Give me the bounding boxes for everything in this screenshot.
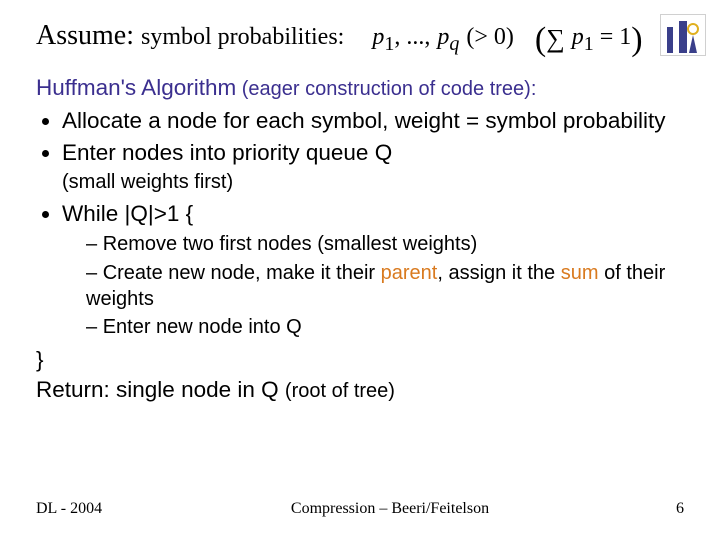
paren-close: ) (631, 21, 642, 58)
inner-remove: Remove two first nodes (smallest weights… (86, 232, 684, 258)
footer-page-number: 6 (624, 500, 684, 518)
inner-list: Remove two first nodes (smallest weights… (62, 232, 684, 340)
bullet-list: Allocate a node for each symbol, weight … (36, 107, 684, 167)
word-sum: sum (561, 262, 599, 284)
heading-sub: (eager construction of code tree): (236, 78, 536, 100)
math-sum-p1: p1 (572, 24, 594, 50)
heading-main: Huffman's Algorithm (36, 75, 236, 100)
algorithm-heading: Huffman's Algorithm (eager construction … (36, 75, 684, 101)
sigma-icon: ∑ (546, 24, 565, 54)
paren-open: ( (535, 21, 546, 58)
bullet-allocate: Allocate a node for each symbol, weight … (62, 107, 684, 135)
math-ellipsis: , ..., (394, 24, 430, 50)
footer-left: DL - 2004 (36, 500, 156, 518)
math-pq: pq (437, 24, 459, 50)
math-gt0: (> 0) (466, 24, 514, 50)
note-small-weights: (small weights first) (62, 171, 684, 194)
footer: DL - 2004 Compression – Beeri/Feitelson … (0, 500, 720, 518)
word-parent: parent (381, 262, 438, 284)
inner-enter: Enter new node into Q (86, 315, 684, 341)
return-line: Return: single node in Q (root of tree) (36, 375, 684, 405)
assume-prefix: Assume: (36, 20, 134, 51)
closing-block: } Return: single node in Q (root of tree… (36, 345, 684, 406)
return-sub: (root of tree) (285, 380, 395, 402)
assume-text: symbol probabilities: (141, 24, 344, 50)
assume-line: Assume: symbol probabilities: p1, ..., p… (36, 20, 684, 59)
math-p1: p1 (372, 24, 394, 50)
math-sum-eq: = 1 (594, 24, 632, 50)
closing-brace: } (36, 345, 684, 375)
while-text: While |Q|>1 { (62, 201, 193, 226)
inner-create: Create new node, make it their parent, a… (86, 261, 684, 312)
footer-center: Compression – Beeri/Feitelson (156, 500, 624, 518)
bullet-list-2: While |Q|>1 { Remove two first nodes (sm… (36, 200, 684, 341)
bullet-enter-queue: Enter nodes into priority queue Q (62, 139, 684, 167)
slide: Assume: symbol probabilities: p1, ..., p… (0, 0, 720, 540)
bullet-while: While |Q|>1 { Remove two first nodes (sm… (62, 200, 684, 341)
institution-logo (660, 14, 706, 56)
